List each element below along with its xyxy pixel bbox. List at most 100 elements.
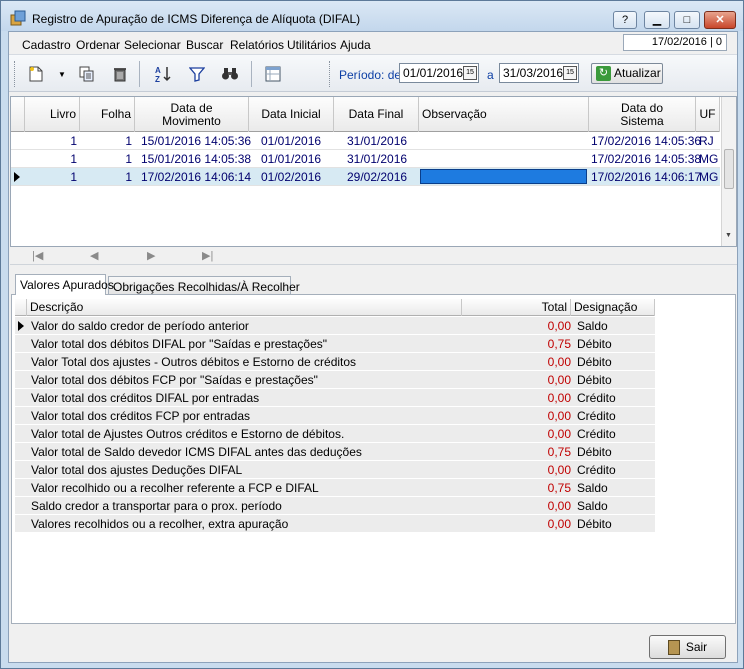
client-area: Cadastro Ordenar Selecionar Buscar Relat…	[8, 31, 738, 663]
svg-text:A: A	[155, 66, 161, 75]
a-label: a	[487, 68, 494, 82]
toolbar-grip[interactable]	[14, 61, 17, 87]
date-from-field[interactable]: 01/01/2016 15	[399, 63, 479, 83]
date-to-field[interactable]: 31/03/2016 15	[499, 63, 579, 83]
help-button[interactable]: ?	[613, 11, 637, 29]
cell-descricao: Valor total dos créditos FCP por entrada…	[31, 409, 250, 423]
table-row[interactable]: Valor total dos ajustes Deduções DIFAL 0,…	[15, 461, 655, 479]
next-record-icon[interactable]: ▶	[147, 249, 155, 262]
filter-icon[interactable]	[187, 64, 207, 84]
menu-cadastro[interactable]: Cadastro	[22, 38, 71, 52]
menu-ajuda[interactable]: Ajuda	[340, 38, 371, 52]
calendar-icon[interactable]: 15	[463, 66, 477, 80]
table-row[interactable]: Valor recolhido ou a recolher referente …	[15, 479, 655, 497]
cell-designacao: Crédito	[577, 409, 616, 423]
new-icon[interactable]	[26, 64, 46, 84]
col-designacao[interactable]: Designação	[571, 299, 655, 316]
col-data-sistema[interactable]: Data do Sistema	[589, 97, 696, 132]
col-data-movimento[interactable]: Data de Movimento	[135, 97, 249, 132]
main-window: Registro de Apuração de ICMS Diferença d…	[0, 0, 744, 669]
cell-designacao: Saldo	[577, 499, 608, 513]
cell-total: 0,75	[547, 481, 571, 495]
table-row[interactable]: Valor do saldo credor de período anterio…	[15, 317, 655, 335]
vertical-scrollbar[interactable]: ▼	[721, 97, 736, 246]
menu-utilitarios[interactable]: Utilitários	[287, 38, 336, 52]
last-record-icon[interactable]: ▶|	[202, 249, 213, 262]
table-row[interactable]: Valor Total dos ajustes - Outros débitos…	[15, 353, 655, 371]
livros-grid: Livro Folha Data de Movimento Data Inici…	[10, 96, 737, 247]
cell-observacao	[421, 132, 587, 150]
tab-obrigacoes[interactable]: Obrigações Recolhidas/À Recolher	[108, 276, 300, 294]
cell-total: 0,00	[547, 517, 571, 531]
table-row[interactable]: Valor total dos créditos FCP por entrada…	[15, 407, 655, 425]
scroll-down-icon[interactable]: ▼	[725, 232, 732, 239]
table-row[interactable]: Valor total de Ajustes Outros créditos e…	[15, 425, 655, 443]
cell-uf: MG	[699, 170, 719, 184]
cell-descricao: Valor total de Ajustes Outros créditos e…	[31, 427, 345, 441]
cell-total: 0,00	[547, 499, 571, 513]
periodo-label: Período: de	[339, 68, 402, 82]
col-observacao[interactable]: Observação	[419, 97, 589, 132]
atualizar-button[interactable]: ↻ Atualizar	[591, 63, 663, 84]
cell-data-inicial: 01/01/2016	[261, 152, 322, 166]
cell-total: 0,00	[547, 463, 571, 477]
dropdown-arrow-icon[interactable]: ▼	[52, 64, 72, 84]
close-button[interactable]: ✕	[704, 11, 736, 29]
cell-total: 0,75	[547, 445, 571, 459]
table-row[interactable]: Valor total dos créditos DIFAL por entra…	[15, 389, 655, 407]
record-navigator: |◀ ◀ ▶ ▶|	[10, 247, 737, 265]
prev-record-icon[interactable]: ◀	[90, 249, 98, 262]
atualizar-label: Atualizar	[614, 66, 661, 80]
col-folha[interactable]: Folha	[80, 97, 135, 132]
table-row-selected[interactable]: 1 1 17/02/2016 14:06:14 01/02/2016 29/02…	[11, 168, 720, 186]
cell-total: 0,00	[547, 391, 571, 405]
col-data-final[interactable]: Data Final	[334, 97, 419, 132]
minimize-button[interactable]: ▁	[644, 11, 670, 29]
cell-folha: 1	[125, 152, 132, 166]
table-row[interactable]: Valores recolhidos ou a recolher, extra …	[15, 515, 655, 533]
cell-data-final: 31/01/2016	[347, 134, 408, 148]
maximize-button[interactable]: □	[674, 11, 700, 29]
table-row[interactable]: 1 1 15/01/2016 14:05:36 01/01/2016 31/01…	[11, 132, 720, 150]
sair-button[interactable]: Sair	[649, 635, 726, 659]
svg-text:Z: Z	[155, 75, 160, 83]
table-row[interactable]: Valor total de Saldo devedor ICMS DIFAL …	[15, 443, 655, 461]
menu-buscar[interactable]: Buscar	[186, 38, 223, 52]
col-livro[interactable]: Livro	[25, 97, 80, 132]
cell-data-inicial: 01/02/2016	[261, 170, 322, 184]
row-pointer-icon	[18, 321, 24, 331]
menu-relatorios[interactable]: Relatórios	[230, 38, 284, 52]
col-data-inicial[interactable]: Data Inicial	[249, 97, 334, 132]
cell-folha: 1	[125, 170, 132, 184]
table-row[interactable]: Valor total dos débitos DIFAL por "Saída…	[15, 335, 655, 353]
toolbar-grip[interactable]	[329, 61, 332, 87]
delete-icon[interactable]	[110, 64, 130, 84]
menu-ordenar[interactable]: Ordenar	[76, 38, 120, 52]
scrollbar-thumb[interactable]	[724, 149, 734, 189]
date-to-value: 31/03/2016	[503, 66, 564, 80]
sort-icon[interactable]: AZ	[153, 64, 173, 84]
calendar-icon[interactable]: 15	[563, 66, 577, 80]
cell-data-sistema: 17/02/2016 14:05:38	[591, 152, 702, 166]
cell-folha: 1	[125, 134, 132, 148]
cell-descricao: Valor do saldo credor de período anterio…	[31, 319, 249, 333]
table-row[interactable]: Valor total dos débitos FCP por "Saídas …	[15, 371, 655, 389]
col-descricao[interactable]: Descrição	[27, 299, 462, 316]
cell-uf: RJ	[699, 134, 714, 148]
layout-icon[interactable]	[263, 64, 283, 84]
cell-descricao: Valor total dos créditos DIFAL por entra…	[31, 391, 260, 405]
col-total[interactable]: Total	[462, 299, 571, 316]
toolbar: ▼ AZ Período: de 01/01/2016 15 a 31/03/2…	[9, 54, 737, 92]
first-record-icon[interactable]: |◀	[32, 249, 43, 262]
col-uf[interactable]: UF	[696, 97, 720, 132]
cell-data-movimento: 15/01/2016 14:05:36	[141, 134, 252, 148]
tab-valores-apurados[interactable]: Valores Apurados	[15, 274, 114, 295]
cell-observacao-focused[interactable]	[420, 169, 587, 184]
binoculars-icon[interactable]	[220, 64, 240, 84]
copy-icon[interactable]	[77, 64, 97, 84]
cell-data-final: 29/02/2016	[347, 170, 408, 184]
table-row[interactable]: Saldo credor a transportar para o prox. …	[15, 497, 655, 515]
menu-selecionar[interactable]: Selecionar	[124, 38, 181, 52]
table-row[interactable]: 1 1 15/01/2016 14:05:38 01/01/2016 31/01…	[11, 150, 720, 168]
cell-total: 0,00	[547, 319, 571, 333]
